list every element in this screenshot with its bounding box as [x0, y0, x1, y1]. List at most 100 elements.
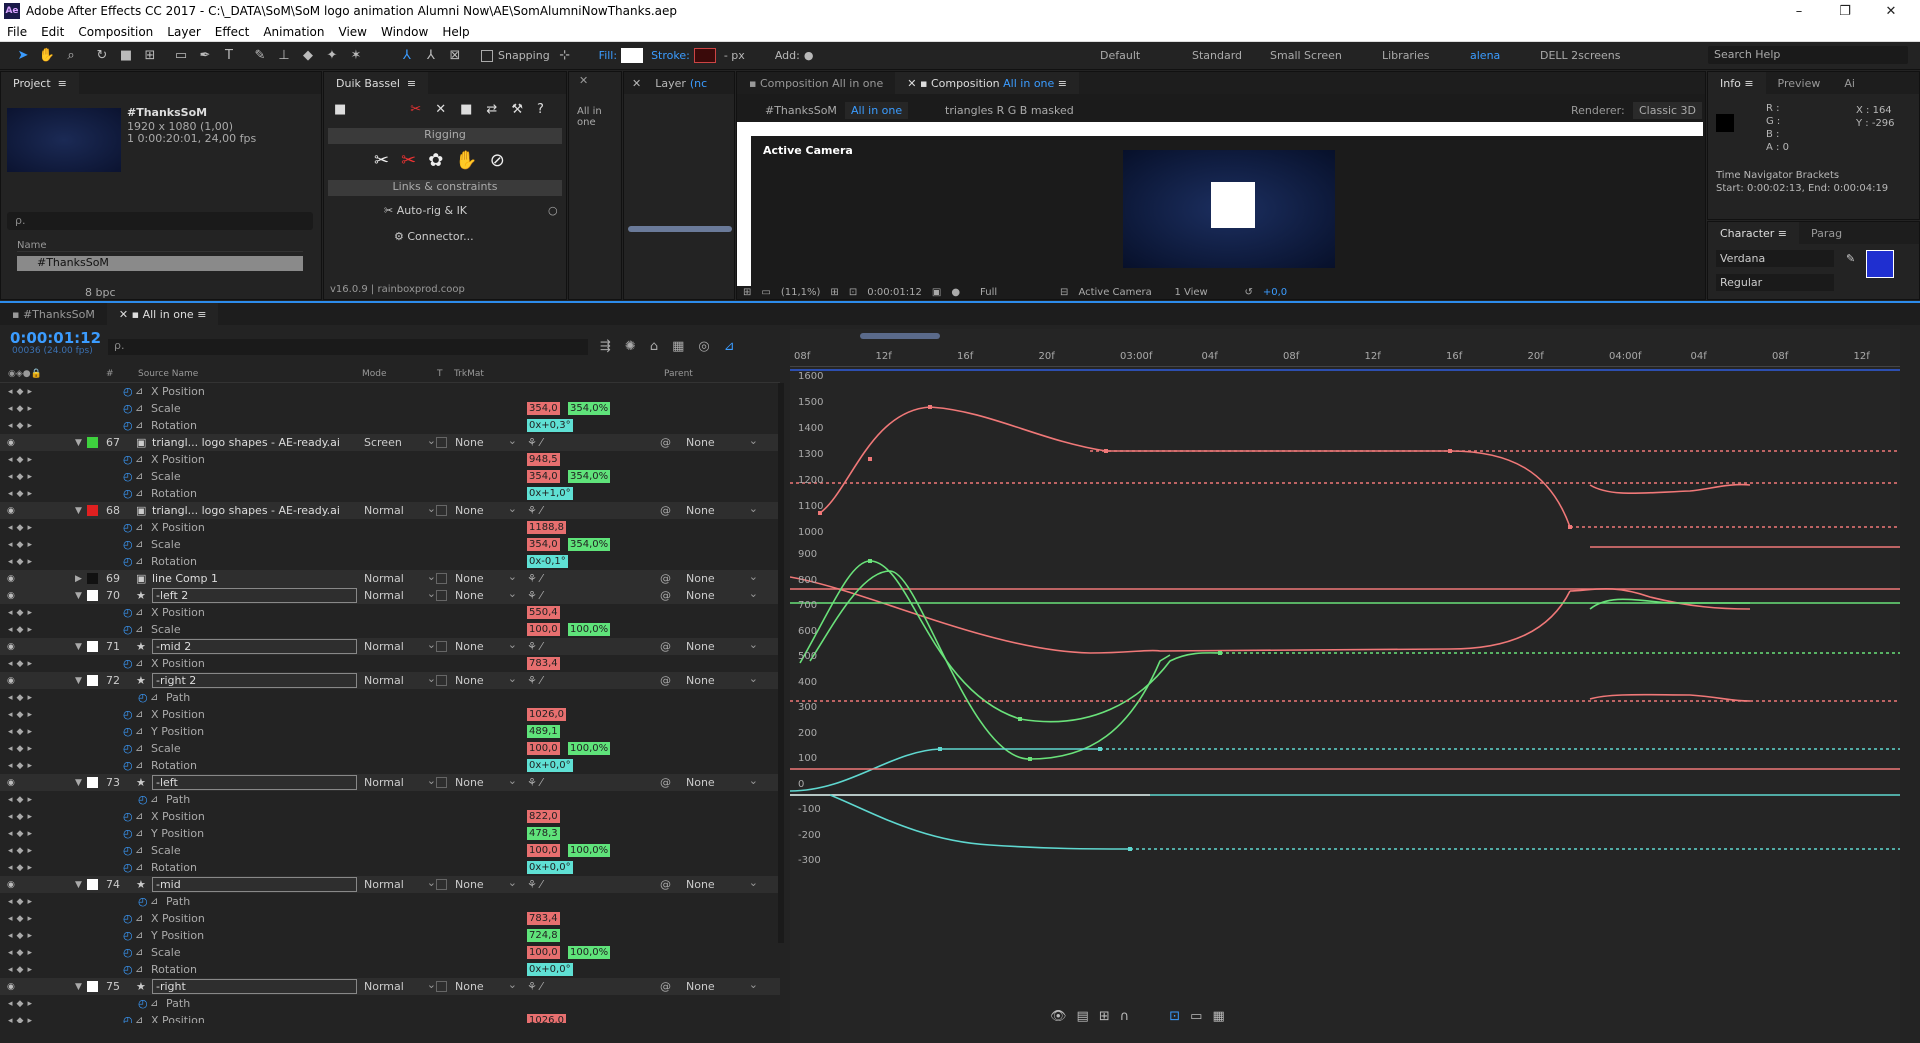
tab-project[interactable]: Project ≡ — [1, 72, 79, 94]
camera-tool-icon[interactable]: ■ — [117, 47, 135, 65]
search-help-input[interactable]: Search Help — [1708, 46, 1908, 64]
stopwatch-icon[interactable]: ◴ — [123, 810, 133, 823]
graph-toggle-icon[interactable]: ⊿ — [150, 998, 158, 1009]
keyframe-nav-icon[interactable]: ◂◆▸ — [8, 710, 36, 720]
visibility-eye-icon[interactable]: ◉ — [7, 642, 15, 652]
parent-select[interactable]: None — [686, 502, 758, 517]
ban-icon[interactable]: ⊘ — [490, 150, 505, 171]
property-value-x[interactable]: 354,0 — [527, 470, 560, 483]
visibility-eye-icon[interactable]: ◉ — [7, 506, 15, 516]
property-value-y[interactable]: 100,0% — [568, 946, 611, 959]
property-row[interactable]: ◂◆▸ ◴ ⊿ Rotation 0x+0,3° — [0, 417, 780, 434]
graph-toggle-icon[interactable]: ⊿ — [135, 947, 143, 958]
col-trkmat[interactable]: TrkMat — [454, 369, 484, 379]
blend-mode-select[interactable]: Normal — [364, 672, 436, 687]
snap-icon[interactable]: ∩ — [1120, 1009, 1130, 1024]
tab-composition-locked[interactable]: ▪ Composition All in one — [737, 72, 895, 94]
graph-toggle-icon[interactable]: ⊿ — [135, 386, 143, 397]
stroke-width[interactable]: - px — [724, 49, 745, 62]
label-color[interactable] — [87, 879, 98, 890]
brush-tool-icon[interactable]: ✎ — [251, 47, 269, 65]
preserve-transparency-checkbox[interactable] — [436, 641, 447, 652]
stopwatch-icon[interactable]: ◴ — [123, 657, 133, 670]
property-value[interactable]: 0x+0,0° — [527, 759, 573, 772]
layer-name[interactable]: line Comp 1 — [152, 572, 218, 585]
graph-toggle-icon[interactable]: ⊿ — [135, 539, 143, 550]
track-matte-select[interactable]: None — [455, 774, 517, 789]
project-search-input[interactable]: ρ. — [7, 212, 313, 230]
layer-row[interactable]: ◉ ▼ 70 ★ -left 2 Normal None ⚘ ⁄ @ None — [0, 587, 780, 604]
property-row[interactable]: ◂◆▸ ◴ ⊿ X Position 822,0 — [0, 808, 780, 825]
property-row[interactable]: ◂◆▸ ◴ ⊿ Rotation 0x+0,0° — [0, 859, 780, 876]
property-row[interactable]: ◂◆▸ ◴ ⊿ Rotation 0x-0,1° — [0, 553, 780, 570]
keyframe-nav-icon[interactable]: ◂◆▸ — [8, 387, 36, 397]
property-value-x[interactable]: 354,0 — [527, 538, 560, 551]
graph-toggle-icon[interactable]: ⊿ — [135, 658, 143, 669]
property-row[interactable]: ◂◆▸ ◴ ⊿ X Position 948,5 — [0, 451, 780, 468]
twirl-icon[interactable]: ▼ — [75, 642, 82, 652]
exposure-value[interactable]: +0,0 — [1263, 287, 1287, 298]
graph-toggle-icon[interactable]: ⊿ — [135, 522, 143, 533]
frame-blending-icon[interactable]: ▦ — [672, 339, 684, 354]
type-tool-icon[interactable]: T — [220, 47, 238, 65]
graph-toggle-icon[interactable]: ⊿ — [135, 811, 143, 822]
track-matte-select[interactable]: None — [455, 876, 517, 891]
visibility-eye-icon[interactable]: ◉ — [7, 438, 15, 448]
local-axis-icon[interactable]: ⅄ — [398, 47, 416, 65]
eye-icon[interactable]: 👁 — [1050, 1009, 1067, 1024]
stopwatch-icon[interactable]: ◴ — [123, 470, 133, 483]
property-row[interactable]: ◂◆▸ ◴ ⊿ Scale 100,0 100,0% — [0, 621, 780, 638]
stopwatch-icon[interactable]: ◴ — [138, 997, 148, 1010]
layer-row[interactable]: ◉ ▼ 72 ★ -right 2 Normal None ⚘ ⁄ @ None — [0, 672, 780, 689]
workspace-libraries[interactable]: Libraries — [1382, 49, 1430, 62]
track-matte-select[interactable]: None — [455, 638, 517, 653]
layer-name[interactable]: triangl... logo shapes - AE-ready.ai — [152, 504, 340, 517]
stopwatch-icon[interactable]: ◴ — [138, 691, 148, 704]
tab-allinone[interactable]: ✕ ▪ All in one ≡ — [106, 303, 219, 325]
workspace-default[interactable]: Default — [1100, 49, 1140, 62]
pen-tool-icon[interactable]: ✒ — [196, 47, 214, 65]
workspace-dell-2screens[interactable]: DELL 2screens — [1540, 49, 1620, 62]
track-matte-select[interactable]: None — [455, 434, 517, 449]
graph-toggle-icon[interactable]: ⊿ — [135, 624, 143, 635]
puppet-tool-icon[interactable]: ✶ — [347, 47, 365, 65]
close-icon[interactable]: ✕ — [1868, 0, 1914, 22]
pickwhip-icon[interactable]: @ — [660, 878, 671, 891]
layer-name[interactable]: -left — [152, 775, 357, 790]
parent-select[interactable]: None — [686, 978, 758, 993]
rigging-section[interactable]: Rigging — [328, 128, 562, 144]
graph-curves[interactable] — [790, 371, 1900, 1001]
current-time[interactable]: 0:00:01:12 — [867, 287, 922, 298]
shy-icon[interactable]: ⌂ — [650, 339, 658, 354]
clone-stamp-tool-icon[interactable]: ⊥ — [275, 47, 293, 65]
fill-color-swatch[interactable] — [1866, 250, 1894, 278]
property-value[interactable]: 783,4 — [527, 912, 560, 925]
tab-info[interactable]: Info ≡ — [1708, 72, 1766, 94]
menu-composition[interactable]: Composition — [71, 25, 160, 39]
keyframe-nav-icon[interactable]: ◂◆▸ — [8, 897, 36, 907]
stopwatch-icon[interactable]: ◴ — [123, 827, 133, 840]
stopwatch-icon[interactable]: ◴ — [123, 487, 133, 500]
preserve-transparency-checkbox[interactable] — [436, 981, 447, 992]
parent-select[interactable]: None — [686, 587, 758, 602]
view-axis-icon[interactable]: ⊠ — [446, 47, 464, 65]
graph-toggle-icon[interactable]: ⊿ — [135, 607, 143, 618]
property-row[interactable]: ◂◆▸ ◴ ⊿ X Position 550,4 — [0, 604, 780, 621]
label-color[interactable] — [87, 573, 98, 584]
property-row[interactable]: ◂◆▸ ◴ ⊿ Y Position 478,3 — [0, 825, 780, 842]
stopwatch-icon[interactable]: ◴ — [123, 742, 133, 755]
keyframe-nav-icon[interactable]: ◂◆▸ — [8, 659, 36, 669]
graph-toggle-icon[interactable]: ⊿ — [150, 794, 158, 805]
layer-scroll-track[interactable] — [778, 383, 784, 943]
menu-effect[interactable]: Effect — [208, 25, 257, 39]
graph-toggle-icon[interactable]: ⊿ — [135, 913, 143, 924]
time-ruler[interactable]: 08f 12f 16f 20f 03:00f 04f 08f 12f 16f 20f 04:00f 0… — [790, 343, 1900, 367]
fit-selection-icon[interactable]: ⊡ — [1169, 1009, 1180, 1024]
pickwhip-icon[interactable]: @ — [660, 572, 671, 585]
twirl-icon[interactable]: ▼ — [75, 778, 82, 788]
layer-row[interactable]: ◉ ▼ 75 ★ -right Normal None ⚘ ⁄ @ None — [0, 978, 780, 995]
property-value[interactable]: 1026,0 — [527, 1014, 566, 1023]
keyframe-nav-icon[interactable]: ◂◆▸ — [8, 404, 36, 414]
stopwatch-icon[interactable]: ◴ — [123, 708, 133, 721]
selection-tool-icon[interactable]: ➤ — [14, 47, 32, 65]
